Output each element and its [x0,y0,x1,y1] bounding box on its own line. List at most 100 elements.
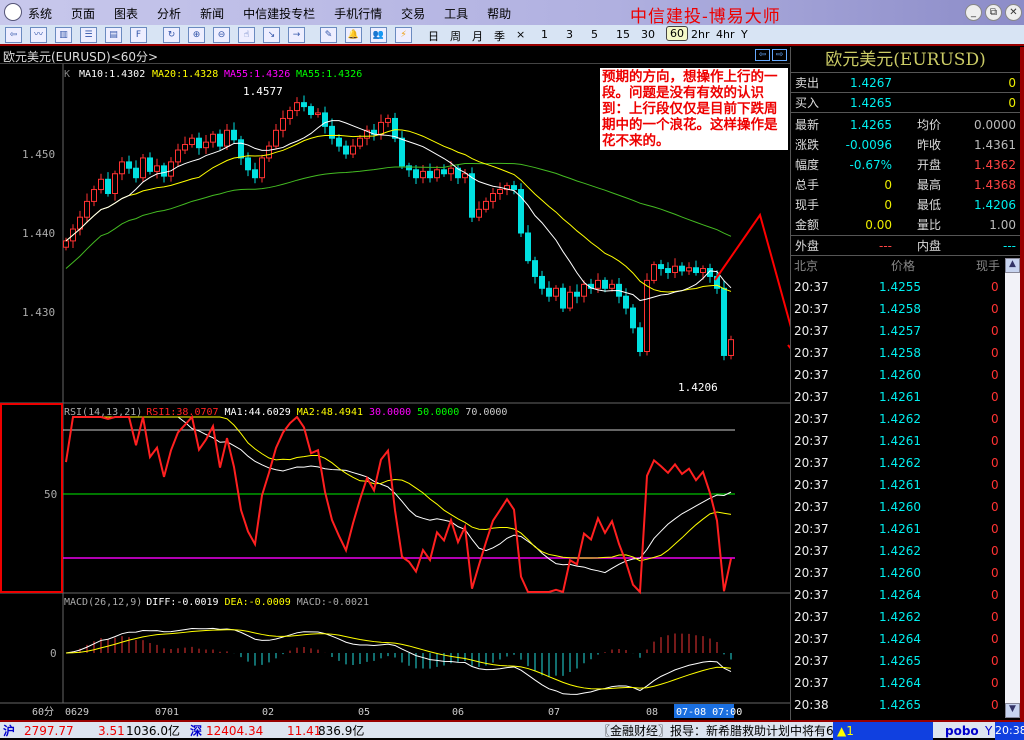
report-icon[interactable]: ▤ [105,27,122,43]
period-label: 60分 [32,706,54,718]
line-chart-icon[interactable]: 〰 [30,27,47,43]
scroll-down-icon[interactable]: ▼ [1005,703,1020,718]
candle [217,129,223,151]
rsi-legend: RSI(14,13,21) RSI1:38.0707 MA1:44.6029 MA2:… [64,407,507,418]
period-30[interactable]: 30 [641,28,655,41]
macd-legend: MACD(26,12,9) DIFF:-0.0019 DEA:-0.0009 MACD… [64,597,369,608]
draw-icon[interactable]: ✎ [320,27,337,43]
candle [406,162,412,177]
period-季[interactable]: 季 [494,28,505,44]
back-icon[interactable]: ⇦ [5,27,22,43]
period-周[interactable]: 周 [450,28,461,44]
period-60[interactable]: 60 [666,26,688,41]
quote-label: 最新 [795,118,820,132]
tick-volume: 0 [991,478,999,492]
alert-badge[interactable]: ▲1 [833,722,933,740]
export-icon[interactable]: ↘ [263,27,280,43]
menu-item[interactable]: 帮助 [487,5,511,22]
zoom-in-icon[interactable]: ⊕ [188,27,205,43]
period-×[interactable]: × [516,28,525,41]
period-15[interactable]: 15 [616,28,630,41]
menu-item[interactable]: 新闻 [200,5,224,22]
period-月[interactable]: 月 [472,28,483,44]
quote-row: 现手 0 最低 1.4206 [791,195,1020,215]
hand-icon[interactable]: ☝ [238,27,255,43]
import-icon[interactable]: → [288,27,305,43]
refresh-icon[interactable]: ↻ [163,27,180,43]
menu-item[interactable]: 交易 [401,5,425,22]
tick-price: 1.4255 [879,280,921,294]
period-3[interactable]: 3 [566,28,573,41]
x-tick: 05 [358,707,370,718]
tick-volume: 0 [991,390,999,404]
tick-time: 20:37 [794,412,829,426]
close-button[interactable]: ✕ [1005,4,1022,21]
candle [679,262,685,276]
candle [413,165,419,185]
k-label: K [64,69,70,80]
scroll-up-icon[interactable]: ▲ [1005,258,1020,273]
candle-chart-icon[interactable]: ▥ [55,27,72,43]
list-icon[interactable]: ☰ [80,27,97,43]
menu-item[interactable]: 系统 [28,5,52,22]
tick-time: 20:38 [794,698,829,712]
quote-row: 总手 0 最高 1.4368 [791,175,1020,195]
macd-tick: 0 [50,647,57,660]
period-日[interactable]: 日 [428,28,439,44]
rsi-line [65,414,732,595]
candle [378,114,384,140]
period-Y[interactable]: Y [741,28,748,41]
candle [273,123,279,150]
sz-label: 深 [190,724,203,738]
minimize-button[interactable]: _ [965,4,982,21]
menu-item[interactable]: 页面 [71,5,95,22]
period-2hr[interactable]: 2hr [691,28,710,41]
candle [637,322,643,357]
candle [112,170,118,201]
col-price: 价格 [891,259,916,273]
lightning-icon[interactable]: ⚡ [395,27,412,43]
tick-volume: 0 [991,632,999,646]
restore-button[interactable]: ⧉ [985,4,1002,21]
news-ticker[interactable]: 〖金融财经〗报导：新希腊救助计划中将有6 [598,722,833,740]
candle [294,97,300,117]
menu-item[interactable]: 工具 [444,5,468,22]
menu-item[interactable]: 分析 [157,5,181,22]
quote-value: 0 [884,178,892,192]
period-4hr[interactable]: 4hr [716,28,735,41]
tick-time: 20:37 [794,588,829,602]
candle [343,140,349,159]
candle [98,173,104,194]
rsi-ma1-line [65,416,732,574]
app-logo-icon[interactable] [4,3,22,21]
tick-volume: 0 [991,412,999,426]
col-time: 北京 [794,259,819,273]
tick-time: 20:37 [794,478,829,492]
quote-value: 0.0000 [974,118,1016,132]
period-1[interactable]: 1 [541,28,548,41]
candle [175,143,181,167]
y-tick: 1.430 [22,306,55,319]
quote-label: 昨收 [917,138,942,152]
period-5[interactable]: 5 [591,28,598,41]
tick-row: 20:37 1.4257 0 [791,320,1020,342]
tick-scrollbar[interactable]: ▲ ▼ [1005,258,1020,718]
quote-row: 最新 1.4265 均价 0.0000 [791,115,1020,135]
alarm-bell-icon[interactable]: 🔔 [345,27,362,43]
menu-item[interactable]: 中信建投专栏 [243,5,315,22]
tick-volume: 0 [991,346,999,360]
x-tick: 02 [262,707,274,718]
menu-item[interactable]: 图表 [114,5,138,22]
candle [441,164,447,177]
candle [420,165,426,184]
tick-volume: 0 [991,280,999,294]
candle [252,162,258,184]
users-icon[interactable]: 👥 [370,27,387,43]
menu-item[interactable]: 手机行情 [334,5,382,22]
quote-value: 0 [884,198,892,212]
candle [287,106,293,125]
f10-icon[interactable]: F [130,27,147,43]
candle [329,118,335,145]
zoom-out-icon[interactable]: ⊖ [213,27,230,43]
tick-price: 1.4265 [879,654,921,668]
